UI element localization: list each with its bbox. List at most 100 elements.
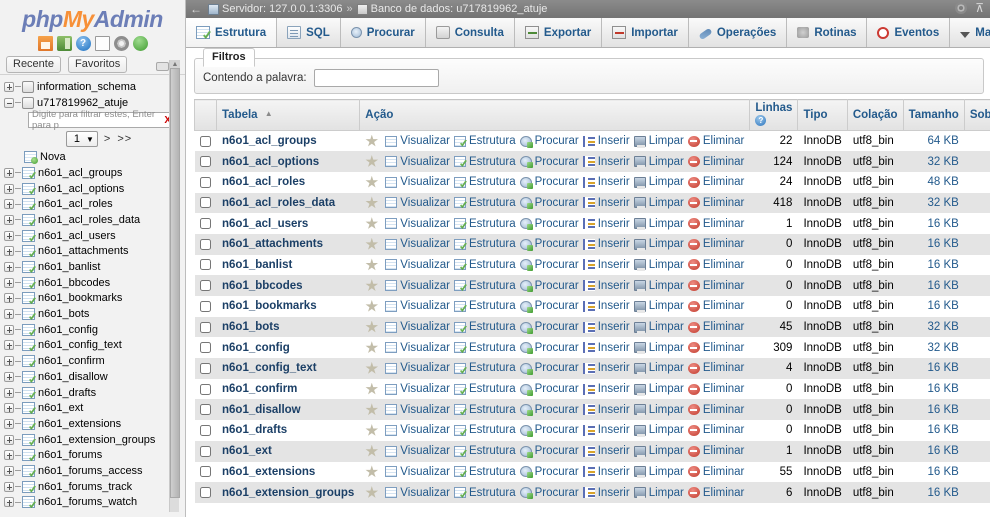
table-name-link[interactable]: n6o1_config_text: [222, 362, 317, 374]
table-name-link[interactable]: n6o1_ext: [222, 445, 272, 457]
table-row[interactable]: n6o1_confirm Visualizar Estrutura Procurar I…: [194, 378, 990, 400]
action-eliminar[interactable]: Eliminar: [687, 383, 744, 395]
help-icon[interactable]: ?: [755, 115, 767, 126]
table-name-link[interactable]: n6o1_bots: [222, 321, 280, 333]
action-inserir[interactable]: Inserir: [582, 321, 630, 333]
table-name-cell[interactable]: n6o1_acl_users: [216, 213, 360, 234]
action-eliminar[interactable]: Eliminar: [687, 342, 744, 354]
row-checkbox-cell[interactable]: [194, 316, 217, 338]
expand-icon[interactable]: [4, 497, 14, 508]
last-page-link[interactable]: >>: [117, 133, 132, 145]
help-icon[interactable]: ?: [75, 36, 91, 51]
action-procurar[interactable]: Procurar: [519, 176, 579, 189]
row-checkbox[interactable]: [200, 238, 211, 250]
action-visualizar[interactable]: Visualizar: [385, 342, 450, 354]
tree-item-n6o1-drafts[interactable]: n6o1_drafts: [2, 385, 185, 401]
tree-item-n6o1-acl-groups[interactable]: n6o1_acl_groups: [2, 165, 185, 181]
expand-icon[interactable]: [4, 81, 14, 92]
size-cell-value[interactable]: 16 KB: [928, 424, 959, 436]
table-row[interactable]: n6o1_ext Visualizar Estrutura Procurar Inser…: [194, 440, 990, 462]
action-eliminar[interactable]: Eliminar: [687, 445, 744, 457]
size-cell-value[interactable]: 32 KB: [928, 321, 959, 333]
expand-icon[interactable]: [4, 356, 14, 367]
breadcrumb-server[interactable]: Servidor: 127.0.0.1:3306: [222, 3, 342, 15]
size-cell[interactable]: 48 KB: [903, 171, 965, 193]
size-cell[interactable]: 16 KB: [903, 420, 965, 441]
table-name-cell[interactable]: n6o1_extensions: [216, 461, 360, 483]
tree-item-n6o1-ext[interactable]: n6o1_ext: [2, 400, 185, 416]
header-overhead[interactable]: Sobrecarga: [963, 99, 990, 131]
row-checkbox[interactable]: [200, 259, 211, 271]
row-checkbox-cell[interactable]: [194, 358, 217, 379]
action-procurar[interactable]: Procurar: [519, 280, 579, 293]
table-row[interactable]: n6o1_bookmarks Visualizar Estrutura Procura…: [194, 296, 990, 317]
docs-icon[interactable]: [94, 36, 110, 51]
action-inserir[interactable]: Inserir: [582, 197, 630, 209]
table-row[interactable]: n6o1_acl_roles Visualizar Estrutura Procura…: [194, 171, 990, 193]
expand-icon[interactable]: [4, 230, 14, 241]
action-visualizar[interactable]: Visualizar: [385, 362, 450, 374]
action-inserir[interactable]: Inserir: [582, 300, 630, 312]
size-cell[interactable]: 32 KB: [903, 316, 965, 338]
action-eliminar[interactable]: Eliminar: [687, 300, 744, 312]
action-inserir[interactable]: Inserir: [582, 404, 630, 416]
action-inserir[interactable]: Inserir: [582, 445, 630, 457]
table-row[interactable]: n6o1_acl_users Visualizar Estrutura Procura…: [194, 213, 990, 234]
table-name-cell[interactable]: n6o1_acl_groups: [216, 130, 360, 152]
action-inserir[interactable]: Inserir: [582, 466, 630, 478]
settings-icon[interactable]: [113, 36, 129, 51]
action-visualizar[interactable]: Visualizar: [385, 259, 450, 271]
phpmyadmin-logo[interactable]: phpMyAdmin: [0, 0, 185, 35]
row-checkbox-cell[interactable]: [194, 275, 217, 296]
action-procurar[interactable]: Procurar: [519, 321, 579, 334]
action-estrutura[interactable]: Estrutura: [453, 445, 516, 457]
row-checkbox[interactable]: [200, 445, 211, 457]
table-name-cell[interactable]: n6o1_bookmarks: [216, 296, 360, 317]
row-checkbox-cell[interactable]: [194, 337, 217, 359]
row-checkbox[interactable]: [200, 218, 211, 230]
tree-item-information-schema[interactable]: information_schema: [2, 79, 185, 95]
action-procurar[interactable]: Procurar: [519, 197, 579, 210]
action-limpar[interactable]: Limpar: [633, 487, 684, 500]
action-inserir[interactable]: Inserir: [582, 238, 630, 250]
action-limpar[interactable]: Limpar: [633, 404, 684, 417]
row-checkbox[interactable]: [200, 321, 211, 333]
table-name-cell[interactable]: n6o1_acl_roles_data: [216, 192, 360, 214]
action-visualizar[interactable]: Visualizar: [385, 280, 450, 292]
action-estrutura[interactable]: Estrutura: [453, 197, 516, 209]
action-estrutura[interactable]: Estrutura: [453, 259, 516, 271]
action-limpar[interactable]: Limpar: [633, 238, 684, 251]
table-name-cell[interactable]: n6o1_acl_options: [216, 151, 360, 172]
expand-icon[interactable]: [4, 293, 14, 304]
row-checkbox-cell[interactable]: [194, 130, 217, 152]
expand-icon[interactable]: [4, 167, 14, 178]
size-cell-value[interactable]: 64 KB: [928, 135, 959, 147]
action-estrutura[interactable]: Estrutura: [453, 466, 516, 478]
expand-icon[interactable]: [4, 183, 14, 194]
action-estrutura[interactable]: Estrutura: [453, 424, 516, 436]
table-name-cell[interactable]: n6o1_banlist: [216, 254, 360, 276]
tab-estrutura[interactable]: Estrutura: [186, 18, 278, 47]
action-limpar[interactable]: Limpar: [633, 424, 684, 437]
tree-item-n6o1-forums-watch[interactable]: n6o1_forums_watch: [2, 495, 185, 511]
exit-icon[interactable]: [56, 36, 72, 51]
row-checkbox[interactable]: [200, 362, 211, 374]
table-row[interactable]: n6o1_attachments Visualizar Estrutura Procu…: [194, 233, 990, 255]
action-visualizar[interactable]: Visualizar: [385, 176, 450, 188]
action-inserir[interactable]: Inserir: [582, 135, 630, 147]
favorite-star-icon[interactable]: [365, 423, 379, 436]
action-eliminar[interactable]: Eliminar: [687, 362, 744, 374]
next-page-link[interactable]: >: [104, 133, 111, 145]
row-checkbox-cell[interactable]: [194, 399, 217, 421]
expand-icon[interactable]: [4, 199, 14, 210]
action-estrutura[interactable]: Estrutura: [453, 342, 516, 354]
table-name-cell[interactable]: n6o1_bots: [216, 316, 360, 338]
action-eliminar[interactable]: Eliminar: [687, 321, 744, 333]
action-limpar[interactable]: Limpar: [633, 342, 684, 355]
tree-item-n6o1-banlist[interactable]: n6o1_banlist: [2, 259, 185, 275]
action-estrutura[interactable]: Estrutura: [453, 176, 516, 188]
action-eliminar[interactable]: Eliminar: [687, 280, 744, 292]
favorite-star-icon[interactable]: [365, 175, 379, 188]
favorite-star-icon[interactable]: [365, 465, 379, 478]
tree-item-n6o1-acl-roles[interactable]: n6o1_acl_roles: [2, 196, 185, 212]
